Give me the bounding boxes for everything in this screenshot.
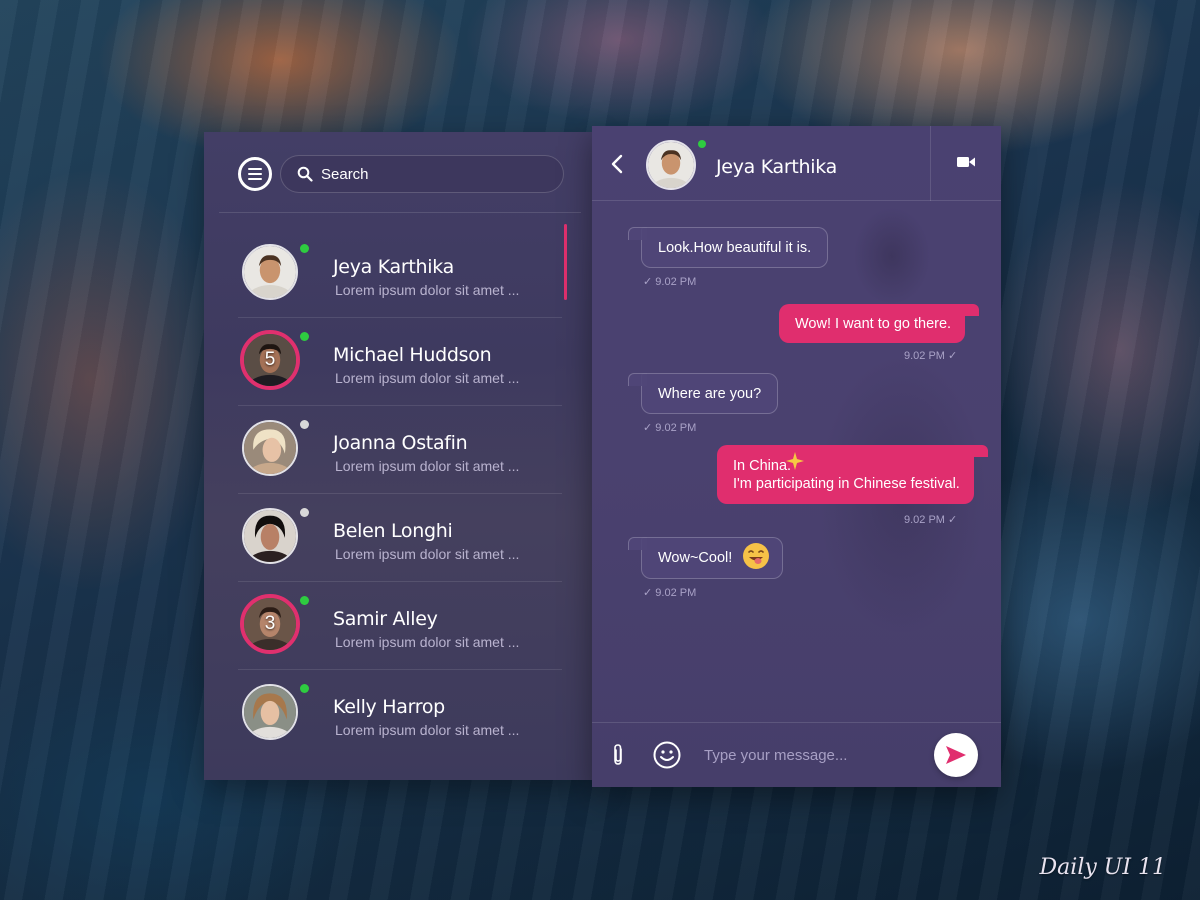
contacts-header	[204, 132, 594, 212]
online-status-dot	[300, 596, 309, 605]
read-check-icon: ✓	[643, 276, 653, 288]
contact-list: Jeya Karthika Lorem ipsum dolor sit amet…	[204, 224, 594, 758]
avatar: 3	[240, 594, 300, 654]
read-check-icon: ✓	[948, 350, 958, 362]
message-time: ✓ 9.02 PM	[643, 421, 696, 434]
chat-avatar[interactable]	[646, 140, 696, 190]
chevron-left-icon[interactable]	[609, 153, 627, 175]
contact-preview: Lorem ipsum dolor sit amet ...	[335, 546, 520, 562]
message-composer	[592, 722, 1001, 787]
chat-background-photo	[802, 166, 1002, 706]
search-input[interactable]	[321, 165, 541, 183]
contact-preview: Lorem ipsum dolor sit amet ...	[335, 722, 520, 738]
contact-preview: Lorem ipsum dolor sit amet ...	[335, 458, 520, 474]
send-icon	[946, 746, 966, 764]
chat-contact-name: Jeya Karthika	[716, 156, 837, 178]
avatar-image	[244, 686, 296, 738]
message-line: I'm participating in Chinese festival.	[733, 476, 960, 492]
avatar-image	[648, 142, 694, 188]
message-text: Wow~Cool!	[658, 549, 733, 566]
time-text: 9.02 PM	[904, 350, 945, 362]
message-incoming: Look.How beautiful it is.	[627, 227, 829, 268]
contact-item-jeya-karthika[interactable]: Jeya Karthika Lorem ipsum dolor sit amet…	[238, 224, 567, 318]
online-status-dot	[300, 332, 309, 341]
online-status-dot	[300, 244, 309, 253]
message-outgoing: In China. I'm participating in Chinese f…	[717, 445, 988, 504]
message-line: In China.	[733, 457, 960, 475]
contact-preview: Lorem ipsum dolor sit amet ...	[335, 282, 520, 298]
contact-item-belen-longhi[interactable]: Belen Longhi Lorem ipsum dolor sit amet …	[238, 494, 562, 582]
chat-header: Jeya Karthika	[592, 126, 1001, 201]
message-text: Look.How beautiful it is.	[658, 240, 812, 256]
read-check-icon: ✓	[643, 422, 653, 434]
message-text: Where are you?	[658, 386, 762, 402]
read-check-icon: ✓	[643, 587, 653, 599]
paperclip-icon[interactable]	[610, 743, 626, 767]
contact-name: Joanna Ostafin	[333, 432, 468, 454]
message-time: ✓ 9.02 PM	[643, 275, 696, 288]
avatar-image	[244, 422, 296, 474]
send-button[interactable]	[934, 733, 978, 777]
message-time: 9.02 PM ✓	[904, 349, 957, 362]
contact-item-samir-alley[interactable]: 3 Samir Alley Lorem ipsum dolor sit amet…	[238, 582, 562, 670]
avatar: 5	[240, 330, 300, 390]
tongue-emoji-icon	[743, 543, 770, 569]
message-input[interactable]	[704, 742, 904, 768]
contact-name: Samir Alley	[333, 608, 438, 630]
contact-name: Belen Longhi	[333, 520, 453, 542]
contacts-panel: Jeya Karthika Lorem ipsum dolor sit amet…	[204, 132, 594, 780]
time-text: 9.02 PM	[904, 514, 945, 526]
avatar	[242, 508, 298, 564]
message-text: Wow! I want to go there.	[795, 316, 952, 332]
chat-panel: Jeya Karthika Look.How beautiful it is. …	[592, 126, 1002, 787]
header-divider	[219, 212, 581, 213]
smiley-icon[interactable]	[652, 740, 682, 770]
avatar-image	[244, 246, 296, 298]
contact-name: Michael Huddson	[333, 344, 492, 366]
message-incoming: Wow~Cool!	[627, 537, 784, 579]
contact-name: Kelly Harrop	[333, 696, 445, 718]
watermark-text: Daily UI 11	[1039, 855, 1166, 880]
avatar	[242, 244, 298, 300]
avatar	[242, 684, 298, 740]
time-text: 9.02 PM	[655, 276, 697, 288]
message-text: In China.	[733, 458, 792, 474]
avatar	[242, 420, 298, 476]
contact-item-joanna-ostafin[interactable]: Joanna Ostafin Lorem ipsum dolor sit ame…	[238, 406, 562, 494]
sparkle-emoji-icon	[786, 452, 804, 470]
contact-preview: Lorem ipsum dolor sit amet ...	[335, 370, 520, 386]
time-text: 9.02 PM	[655, 422, 697, 434]
message-time: ✓ 9.02 PM	[643, 586, 696, 599]
menu-button[interactable]	[238, 157, 272, 191]
unread-count-badge: 5	[264, 349, 276, 370]
search-box[interactable]	[280, 155, 564, 193]
video-camera-icon[interactable]	[957, 155, 975, 169]
offline-status-dot	[300, 508, 309, 517]
header-separator	[930, 126, 931, 201]
avatar-image	[244, 510, 296, 562]
contact-name: Jeya Karthika	[333, 256, 454, 278]
contact-item-kelly-harrop[interactable]: Kelly Harrop Lorem ipsum dolor sit amet …	[238, 670, 562, 758]
online-status-dot	[698, 140, 706, 148]
unread-count-badge: 3	[264, 613, 276, 634]
online-status-dot	[300, 684, 309, 693]
message-incoming: Where are you?	[627, 373, 779, 414]
message-time: 9.02 PM ✓	[904, 513, 957, 526]
menu-icon	[248, 168, 262, 180]
search-icon	[297, 166, 313, 182]
offline-status-dot	[300, 420, 309, 429]
message-outgoing: Wow! I want to go there.	[779, 304, 980, 343]
time-text: 9.02 PM	[655, 587, 697, 599]
read-check-icon: ✓	[948, 514, 958, 526]
contact-item-michael-huddson[interactable]: 5 Michael Huddson Lorem ipsum dolor sit …	[238, 318, 562, 406]
contact-preview: Lorem ipsum dolor sit amet ...	[335, 634, 520, 650]
